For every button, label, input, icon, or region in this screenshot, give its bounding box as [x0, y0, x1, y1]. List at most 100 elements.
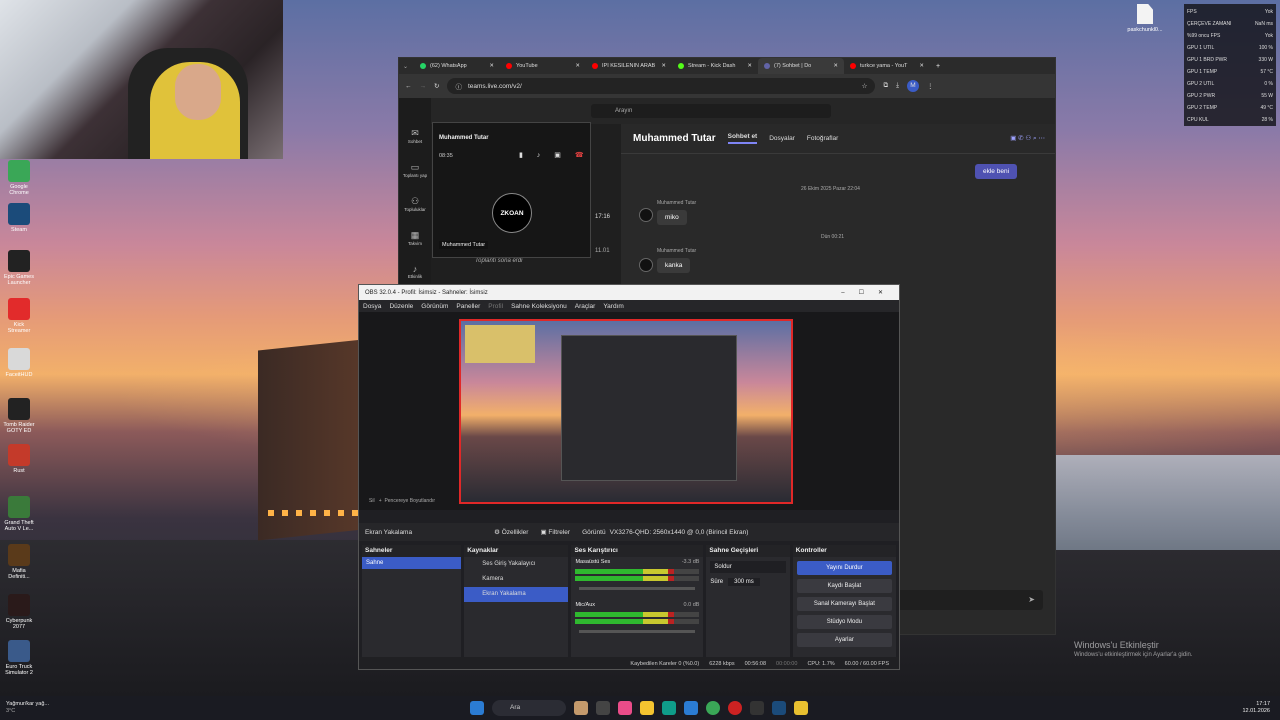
- browser-tab[interactable]: (62) WhatsApp ✕: [414, 58, 500, 74]
- desktop-icon[interactable]: Tomb Raider GOTY ED: [2, 398, 36, 434]
- obs-titlebar: OBS 32.0.4 - Profil: İsimsiz - Sahneler:…: [359, 285, 899, 300]
- start-virtual-camera-button[interactable]: Sanal Kamerayı Başlat: [796, 597, 892, 611]
- app-icon[interactable]: [596, 701, 610, 715]
- app-icon[interactable]: [728, 701, 742, 715]
- menu-item[interactable]: Sahne Koleksiyonu: [511, 303, 567, 310]
- teams-search-input[interactable]: Arayın: [591, 104, 831, 118]
- display-select[interactable]: VX3276-QHD: 2560x1440 @ 0,0 (Birincil Ek…: [610, 529, 749, 536]
- browser-tab[interactable]: turkce yama - YouT ✕: [844, 58, 930, 74]
- tab-close-icon[interactable]: ✕: [747, 63, 752, 69]
- source-item[interactable]: Ekran Yakalama: [464, 587, 569, 602]
- tab-close-icon[interactable]: ✕: [661, 63, 666, 69]
- menu-item[interactable]: Düzenle: [389, 303, 413, 310]
- desktop-icon[interactable]: Kick Streamer: [2, 298, 36, 334]
- tab-files[interactable]: Dosyalar: [769, 135, 795, 142]
- rail-item[interactable]: ▭ Toplantı yap: [401, 162, 429, 178]
- rail-item[interactable]: ▦ Takvim: [401, 230, 429, 246]
- store-icon[interactable]: [684, 701, 698, 715]
- start-icon[interactable]: [470, 701, 484, 715]
- system-clock[interactable]: 17:17 12.01.2026: [1242, 701, 1280, 715]
- windows-activation-watermark: Windows'u Etkinleştir Windows'u etkinleş…: [1074, 640, 1193, 658]
- chat-list-time: 17:16: [595, 214, 611, 220]
- desktop-icon[interactable]: Google Chrome: [2, 160, 36, 196]
- taskbar-search[interactable]: Ara: [492, 700, 566, 716]
- stop-streaming-button[interactable]: Yayını Durdur: [796, 561, 892, 575]
- back-icon[interactable]: ←: [405, 83, 412, 90]
- call-icons[interactable]: ▣ ✆ ⚇ ⌕ ⋯: [1010, 134, 1045, 143]
- download-icon[interactable]: ⤓: [896, 82, 899, 90]
- browser-tab[interactable]: (7) Sohbet | Do ✕: [758, 58, 845, 74]
- call-pip-window[interactable]: Muhammed Tutar 08:35 ▮ ♪ ▣ ☎ ZKOAN Muham…: [432, 122, 591, 258]
- tab-search-icon[interactable]: ⌄: [403, 63, 408, 70]
- chrome-icon[interactable]: [706, 701, 720, 715]
- rail-item[interactable]: ⚇ Topluluklar: [401, 196, 429, 212]
- window-controls[interactable]: –☐✕: [841, 289, 899, 296]
- menu-icon[interactable]: ⋮: [927, 82, 934, 90]
- menu-item[interactable]: Görünüm: [421, 303, 448, 310]
- menu-item[interactable]: Dosya: [363, 303, 381, 310]
- rail-item[interactable]: ✉ Sohbet: [401, 128, 429, 144]
- bookmark-star-icon[interactable]: ☆: [862, 82, 868, 90]
- desktop-icon[interactable]: Steam: [2, 203, 36, 233]
- volume-slider[interactable]: [579, 587, 696, 590]
- tab-label: (7) Sohbet | Do: [774, 63, 812, 69]
- filters-button[interactable]: ▣ Filtreler: [540, 528, 570, 536]
- desktop-icon[interactable]: Grand Theft Auto V Le...: [2, 496, 36, 532]
- source-item[interactable]: Ses Giriş Yakalayıcı: [464, 557, 568, 572]
- desktop-icon[interactable]: Euro Truck Simulator 2: [2, 640, 36, 676]
- start-recording-button[interactable]: Kaydı Başlat: [796, 579, 892, 593]
- browser-tab[interactable]: IPİ KESİLENİN ARAB ✕: [586, 58, 672, 74]
- menu-item[interactable]: Paneller: [456, 303, 480, 310]
- reload-icon[interactable]: ↻: [434, 82, 439, 90]
- browser-tab[interactable]: Stream - Kick Dash ✕: [672, 58, 758, 74]
- tab-close-icon[interactable]: ✕: [489, 63, 494, 69]
- tab-close-icon[interactable]: ✕: [833, 63, 838, 69]
- send-icon[interactable]: ➤: [1028, 595, 1035, 604]
- volume-slider[interactable]: [579, 630, 696, 633]
- menu-item[interactable]: Profil: [488, 303, 503, 310]
- stat-row: GPU 1 TEMP 57 °C: [1187, 69, 1273, 75]
- site-info-icon[interactable]: ⓘ: [455, 81, 462, 91]
- menu-item[interactable]: Yardım: [603, 303, 623, 310]
- url-field[interactable]: ⓘ teams.live.com/v2/ ☆: [447, 78, 876, 94]
- tab-close-icon[interactable]: ✕: [919, 63, 924, 69]
- edge-icon[interactable]: [662, 701, 676, 715]
- studio-mode-button[interactable]: Stüdyo Modu: [796, 615, 892, 629]
- desktop-icon-label: Euro Truck Simulator 2: [5, 664, 33, 677]
- duration-input[interactable]: 300 ms: [728, 578, 760, 586]
- extensions-icon[interactable]: ⧉: [883, 82, 888, 90]
- preview-canvas[interactable]: [459, 319, 793, 504]
- properties-button[interactable]: ⚙ Özellikler: [494, 528, 528, 536]
- steam-icon[interactable]: [772, 701, 786, 715]
- settings-button[interactable]: Ayarlar: [796, 633, 892, 647]
- profile-avatar[interactable]: M: [906, 80, 919, 92]
- desktop-icon[interactable]: FaceitHUD: [2, 348, 36, 378]
- dropped-frames: Kaybedilen Kareler 0 (%0.0): [630, 660, 700, 667]
- desktop-icon[interactable]: Epic Games Launcher: [2, 250, 36, 286]
- desktop-icon[interactable]: Rust: [2, 444, 36, 474]
- task-view-icon[interactable]: [574, 701, 588, 715]
- rail-item[interactable]: ♪ Etkinlik: [401, 264, 429, 279]
- new-tab-button[interactable]: +: [936, 63, 940, 70]
- desktop-icon[interactable]: Mafia Definiti...: [2, 544, 36, 580]
- tab-chat[interactable]: Sohbet et: [727, 133, 758, 144]
- obs-title: OBS 32.0.4 - Profil: İsimsiz - Sahneler:…: [365, 289, 488, 296]
- app-icon[interactable]: [618, 701, 632, 715]
- tab-photos[interactable]: Fotoğraflar: [807, 135, 838, 142]
- transition-select[interactable]: Soldur: [710, 561, 786, 573]
- tab-close-icon[interactable]: ✕: [575, 63, 580, 69]
- folder-icon[interactable]: [640, 701, 654, 715]
- desktop-icon[interactable]: Cyberpunk 2077: [2, 594, 36, 630]
- obs-icon[interactable]: [750, 701, 764, 715]
- source-item[interactable]: Kamera: [464, 572, 568, 587]
- forward-icon[interactable]: →: [420, 83, 427, 90]
- weather-widget[interactable]: Yağmur/kar yağ... 3°C: [0, 701, 90, 714]
- obs-preview[interactable]: Sil + Pencereye Boyutlandır: [359, 312, 899, 510]
- scene-item[interactable]: Sahne: [362, 557, 462, 569]
- desktop-file-icon[interactable]: paskchunkl0...: [1125, 4, 1165, 33]
- pip-call-controls[interactable]: ▮ ♪ ▣ ☎: [519, 151, 590, 159]
- obs-window[interactable]: OBS 32.0.4 - Profil: İsimsiz - Sahneler:…: [358, 284, 900, 670]
- browser-tab[interactable]: YouTube ✕: [500, 58, 586, 74]
- app-icon[interactable]: [794, 701, 808, 715]
- menu-item[interactable]: Araçlar: [575, 303, 596, 310]
